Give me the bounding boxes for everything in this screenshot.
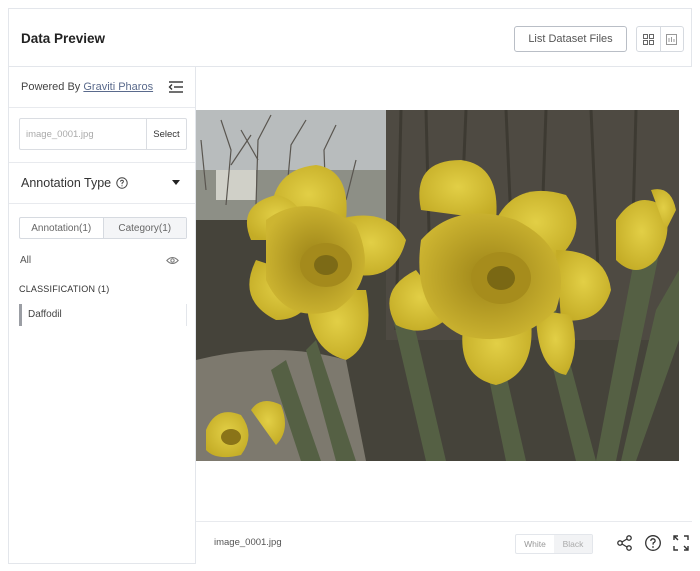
tab-annotation[interactable]: Annotation(1) (20, 218, 103, 238)
share-icon[interactable] (616, 534, 634, 552)
annotation-type-label: Annotation Type (21, 176, 112, 190)
background-toggle: White Black (515, 534, 593, 554)
file-selector: Select (19, 118, 187, 150)
all-label[interactable]: All (20, 255, 31, 266)
bg-white-button[interactable]: White (516, 535, 554, 553)
divider (9, 203, 195, 204)
classification-title: CLASSIFICATION (1) (19, 284, 110, 294)
preview-area: image_0001.jpg White Black (196, 67, 692, 564)
preview-image[interactable] (196, 110, 679, 461)
divider (9, 162, 195, 163)
divider (9, 107, 195, 108)
caret-down-icon[interactable] (172, 180, 180, 185)
file-name-input[interactable] (20, 119, 146, 149)
fullscreen-icon[interactable] (672, 534, 690, 552)
help-icon[interactable] (644, 534, 662, 552)
view-toggle (636, 26, 684, 52)
sidebar: Powered By Graviti Pharos Select Annotat… (9, 67, 196, 564)
list-dataset-files-button[interactable]: List Dataset Files (514, 26, 627, 52)
select-button[interactable]: Select (146, 119, 186, 149)
bg-black-button[interactable]: Black (554, 535, 592, 553)
file-name-label: image_0001.jpg (214, 537, 282, 548)
graviti-pharos-link[interactable]: Graviti Pharos (83, 81, 153, 93)
annotation-type-header[interactable]: Annotation Type (21, 176, 128, 190)
grid-view-icon[interactable] (637, 27, 660, 51)
collapse-menu-icon[interactable] (168, 80, 184, 94)
list-view-icon[interactable] (659, 27, 683, 51)
help-circle-icon[interactable] (116, 177, 128, 189)
preview-footer: image_0001.jpg White Black (196, 521, 692, 563)
list-item[interactable]: Daffodil (19, 304, 187, 326)
tab-category[interactable]: Category(1) (102, 218, 186, 238)
data-preview-panel: Data Preview List Dataset Files Powered … (8, 8, 692, 564)
header: Data Preview List Dataset Files (9, 9, 691, 67)
powered-by-label: Powered By (21, 81, 81, 93)
annotation-tabs: Annotation(1) Category(1) (19, 217, 187, 239)
page-title: Data Preview (21, 31, 106, 46)
eye-icon[interactable] (166, 256, 179, 265)
powered-by: Powered By Graviti Pharos (21, 81, 153, 93)
